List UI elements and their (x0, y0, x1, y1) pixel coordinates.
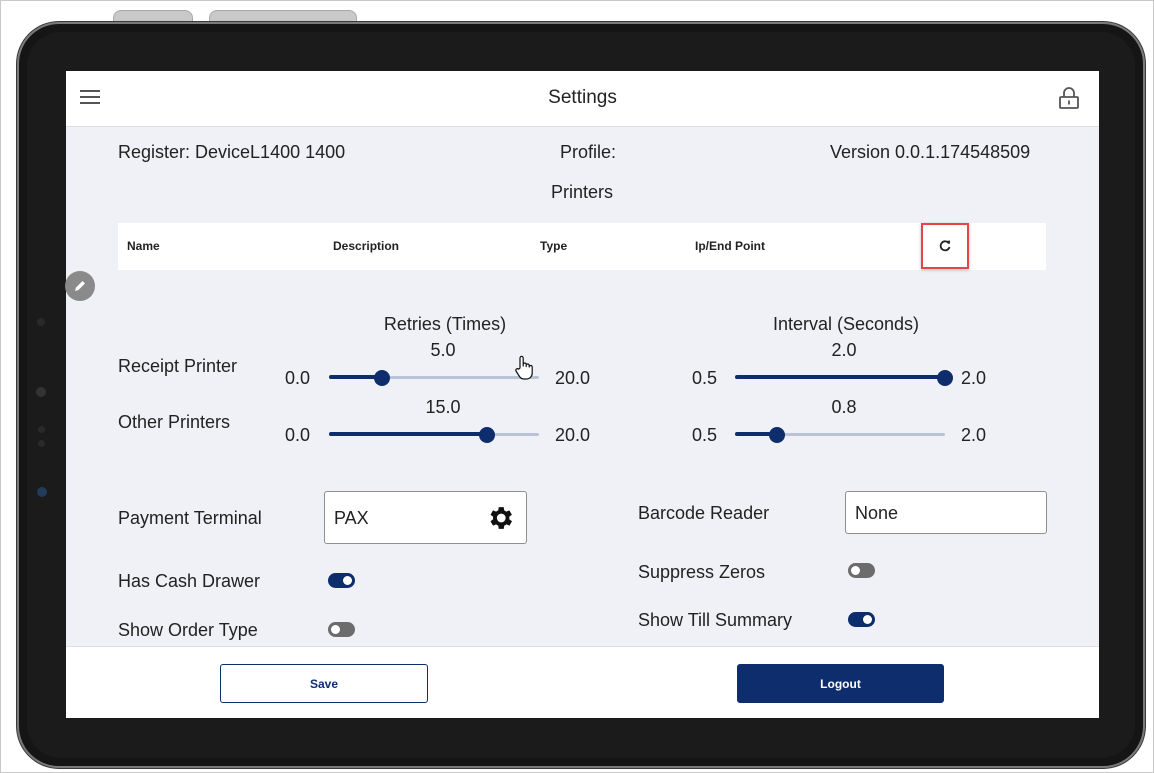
slider-knob[interactable] (937, 370, 953, 386)
retries-receipt-slider[interactable] (329, 369, 539, 387)
payment-terminal-field[interactable]: PAX (324, 491, 527, 544)
interval-receipt-value: 2.0 (831, 340, 857, 360)
retries-other-max: 20.0 (555, 425, 591, 445)
retries-other-slider[interactable] (329, 426, 539, 444)
footer-bar: Save Logout (66, 646, 1099, 718)
sensor-dot (37, 487, 47, 497)
retries-receipt-max: 20.0 (555, 368, 591, 388)
app-bar: Settings (66, 71, 1099, 127)
app-screen: Settings Register: DeviceL1400 1400 Prof… (66, 71, 1099, 718)
interval-other-min: 0.5 (692, 425, 718, 445)
retries-title: Retries (Times) (383, 314, 507, 334)
top-tab (209, 10, 357, 25)
show-order-type-label: Show Order Type (118, 620, 258, 640)
show-order-type-toggle[interactable] (328, 622, 355, 637)
page-title: Settings (548, 87, 617, 108)
payment-terminal-label: Payment Terminal (118, 508, 262, 528)
barcode-reader-field[interactable]: None (845, 491, 1047, 534)
slider-fill (329, 432, 487, 436)
logout-button[interactable]: Logout (737, 664, 944, 703)
has-cash-drawer-label: Has Cash Drawer (118, 571, 261, 591)
slider-knob[interactable] (478, 427, 495, 443)
interval-receipt-min: 0.5 (692, 368, 718, 388)
retries-other-value: 15.0 (425, 397, 461, 417)
suppress-zeros-toggle[interactable] (848, 563, 875, 578)
retries-receipt-value: 5.0 (430, 340, 456, 360)
printers-table-header: Name Description Type Ip/End Point (118, 223, 1046, 270)
payment-terminal-value: PAX (334, 508, 369, 528)
interval-other-max: 2.0 (961, 425, 987, 445)
column-header-endpoint: Ip/End Point (695, 239, 765, 253)
refresh-icon (939, 240, 951, 252)
barcode-reader-label: Barcode Reader (638, 503, 770, 523)
register-label: Register: DeviceL1400 1400 (118, 142, 346, 162)
sensor-dot (38, 440, 45, 447)
refresh-button[interactable] (921, 223, 969, 269)
interval-receipt-max: 2.0 (961, 368, 987, 388)
has-cash-drawer-toggle[interactable] (328, 573, 355, 588)
sensor-dot (38, 426, 45, 433)
lock-icon[interactable] (1058, 86, 1080, 110)
other-printers-label: Other Printers (118, 412, 231, 432)
version-label: Version 0.0.1.174548509 (830, 142, 1031, 162)
edit-button[interactable] (65, 271, 95, 301)
hand-cursor-icon (515, 355, 533, 380)
slider-knob[interactable] (373, 370, 390, 386)
interval-other-slider[interactable] (735, 426, 945, 444)
sensor-dot (37, 318, 45, 326)
printers-section-title: Printers (550, 182, 613, 202)
retries-other-min: 0.0 (285, 425, 311, 445)
profile-label: Profile: (560, 142, 617, 162)
save-button[interactable]: Save (220, 664, 428, 703)
suppress-zeros-label: Suppress Zeros (638, 562, 766, 582)
show-till-summary-label: Show Till Summary (638, 610, 793, 630)
slider-fill (735, 375, 945, 379)
show-till-summary-toggle[interactable] (848, 612, 875, 627)
camera-dot (36, 387, 46, 397)
edit-icon (75, 281, 85, 291)
column-header-description: Description (333, 239, 400, 253)
top-tab (113, 10, 193, 25)
interval-title: Interval (Seconds) (772, 314, 920, 334)
interval-other-value: 0.8 (831, 397, 857, 417)
column-header-type: Type (540, 239, 568, 253)
receipt-printer-label: Receipt Printer (118, 356, 238, 376)
gear-icon[interactable] (485, 503, 515, 533)
slider-knob[interactable] (769, 427, 785, 443)
interval-receipt-slider[interactable] (735, 369, 953, 387)
barcode-reader-value: None (855, 503, 899, 523)
column-header-name: Name (127, 239, 160, 253)
retries-receipt-min: 0.0 (285, 368, 311, 388)
